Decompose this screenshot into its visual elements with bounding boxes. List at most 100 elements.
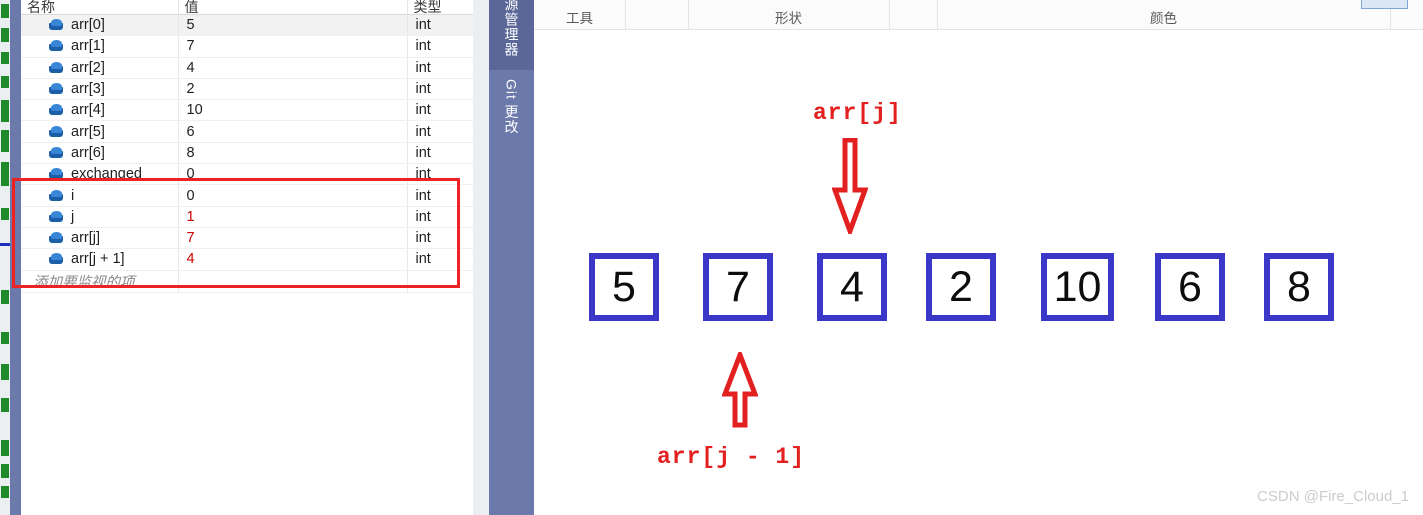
watch-cell-name[interactable]: arr[j + 1] [21,248,179,271]
watch-cell-type: int [407,206,473,228]
watch-row[interactable]: arr[j + 1] 4 int [21,248,473,271]
ribbon-group-tools[interactable]: 工具 [534,0,626,29]
add-watch-item-type-cell [407,270,473,293]
watch-cell-value[interactable]: 4 [178,248,408,271]
array-cell-value: 10 [1053,262,1102,311]
change-marker [1,76,9,88]
array-cell-2[interactable]: 4 [817,253,887,321]
array-cell-value: 4 [840,262,864,311]
watch-cell-value[interactable]: 4 [178,57,408,79]
watch-cell-type: int [407,142,473,165]
ribbon-group-shapes[interactable]: 形状 [688,0,890,29]
editor-change-margin [0,0,10,515]
change-marker [1,52,9,64]
watch-cell-name[interactable]: arr[1] [21,35,179,58]
watch-cell-value[interactable]: 2 [178,78,408,101]
watch-value-text: 5 [186,17,195,34]
array-cell-3[interactable]: 2 [926,253,996,321]
watch-cell-type: int [407,35,473,58]
watch-row[interactable]: exchanged 0 int [21,163,473,186]
watch-row[interactable]: i 0 int [21,184,473,207]
watch-name-text: arr[3] [71,81,105,98]
array-cell-5[interactable]: 6 [1155,253,1225,321]
annotation-label-arr-j-minus-1: arr[j - 1] [657,444,806,470]
watch-cell-name[interactable]: arr[4] [21,99,179,122]
watch-type-text: int [415,187,431,204]
vertical-tab-strip-gutter [473,0,489,515]
column-header-value[interactable]: 值 [178,0,408,15]
ribbon-group-spacer-1 [625,0,689,29]
watch-cell-type: int [407,57,473,79]
change-marker [1,364,9,380]
watch-cell-value[interactable]: 1 [178,206,408,228]
add-watch-item-value-cell[interactable] [178,270,408,293]
watch-row[interactable]: arr[6] 8 int [21,142,473,165]
watch-cell-name[interactable]: arr[2] [21,57,179,79]
watch-type-text: int [415,59,431,76]
watch-cell-value[interactable]: 7 [178,35,408,58]
array-cell-6[interactable]: 8 [1264,253,1334,321]
ribbon-group-label-colors: 颜色 [1150,11,1177,26]
field-cube-icon [49,104,64,116]
add-watch-item-row[interactable]: 添加要监视的项 [21,270,473,293]
watch-cell-type: int [407,99,473,122]
ribbon-group-colors[interactable]: 颜色 [937,0,1408,29]
array-cell-1[interactable]: 7 [703,253,773,321]
change-marker [1,208,9,220]
watch-cell-name[interactable]: arr[0] [21,14,179,37]
watch-row[interactable]: j 1 int [21,206,473,228]
watch-row[interactable]: arr[0] 5 int [21,14,473,37]
column-header-type[interactable]: 类型 [407,0,473,15]
change-marker [1,486,9,498]
watch-value-text: 4 [186,59,195,76]
watch-row[interactable]: arr[5] 6 int [21,120,473,143]
change-marker [1,440,9,456]
column-header-name[interactable]: 名称 [21,0,179,15]
watch-row[interactable]: arr[3] 2 int [21,78,473,101]
field-cube-icon [49,125,64,138]
array-cell-4[interactable]: 10 [1041,253,1114,321]
watch-cell-value[interactable]: 10 [178,99,408,122]
watch-cell-value[interactable]: 0 [178,184,408,207]
watch-row[interactable]: arr[4] 10 int [21,99,473,122]
side-tab-source-control[interactable]: 源管理器 [489,0,534,70]
watch-cell-value[interactable]: 5 [178,14,408,37]
panel-splitter-left[interactable] [10,0,21,515]
ribbon-group-spacer-3 [1390,0,1423,29]
watch-cell-name[interactable]: arr[j] [21,227,179,250]
watch-row[interactable]: arr[j] 7 int [21,227,473,250]
watch-value-text: 1 [186,208,195,225]
ribbon-group-label-shapes: 形状 [775,11,802,26]
watch-cell-value[interactable]: 8 [178,142,408,165]
watch-name-text: arr[5] [71,123,105,140]
watch-cell-name[interactable]: j [21,206,179,228]
watch-cell-name[interactable]: arr[5] [21,120,179,143]
change-marker [1,290,9,304]
watch-cell-value[interactable]: 0 [178,163,408,186]
ribbon-group-label-tools: 工具 [566,11,593,26]
watch-type-text: int [415,251,431,268]
watch-cell-name[interactable]: arr[6] [21,142,179,165]
watch-cell-value[interactable]: 7 [178,227,408,250]
watch-row[interactable]: arr[2] 4 int [21,57,473,79]
watch-value-text: 4 [186,251,195,268]
field-cube-icon [49,146,64,159]
field-cube-icon [49,61,64,74]
field-cube-icon [49,168,64,180]
watch-type-text: int [415,102,431,119]
watch-cell-name[interactable]: i [21,184,179,207]
watch-type-text: int [415,123,431,140]
array-cell-0[interactable]: 5 [589,253,659,321]
add-watch-item-cell[interactable]: 添加要监视的项 [21,270,179,293]
vertical-tab-strip: 源管理器 Git 更改 [489,0,534,515]
side-tab-git-changes[interactable]: Git 更改 [489,72,534,142]
change-marker [1,162,9,186]
watch-value-text: 8 [186,144,195,161]
watch-cell-value[interactable]: 6 [178,120,408,143]
change-marker [1,130,9,152]
watch-cell-name[interactable]: exchanged [21,163,179,186]
watch-row[interactable]: arr[1] 7 int [21,35,473,58]
cursor-position-marker [0,243,10,246]
watch-cell-type: int [407,78,473,101]
watch-cell-name[interactable]: arr[3] [21,78,179,101]
